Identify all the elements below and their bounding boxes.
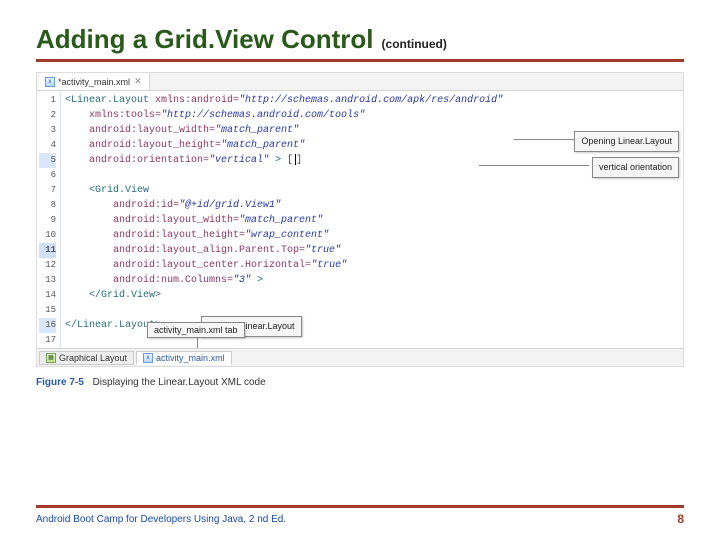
tab-graphical-layout[interactable]: ▦ Graphical Layout <box>39 351 134 365</box>
figure-caption: Figure 7-5 Displaying the Linear.Layout … <box>36 377 684 388</box>
line-number: 16 <box>39 318 56 333</box>
line-number: 7 <box>39 183 56 198</box>
line-number: 8 <box>39 198 56 213</box>
line-number: 1 <box>39 93 56 108</box>
xml-file-icon: x <box>45 77 55 87</box>
code-area[interactable]: <Linear.Layout xmlns:android="http://sch… <box>61 91 683 348</box>
page-subtitle: (continued) <box>382 37 447 51</box>
editor-bottom-tab-bar: ▦ Graphical Layout x activity_main.xml <box>37 348 683 366</box>
tab-label: activity_main.xml <box>156 353 225 363</box>
callout-vertical-orientation: vertical orientation <box>592 157 679 178</box>
editor-tab-bar: x *activity_main.xml ✕ <box>37 73 683 91</box>
line-number: 14 <box>39 288 56 303</box>
line-number: 9 <box>39 213 56 228</box>
callout-leader <box>514 139 578 140</box>
figure-caption-text: Displaying the Linear.Layout XML code <box>93 377 266 388</box>
line-number: 2 <box>39 108 56 123</box>
line-number-gutter: 1 2 3 4 5 6 7 8 9 10 11 12 13 14 15 16 1… <box>37 91 61 348</box>
title-row: Adding a Grid.View Control (continued) <box>36 24 684 55</box>
tab-label: Graphical Layout <box>59 353 127 363</box>
callout-leader <box>479 165 589 166</box>
code-editor-screenshot: x *activity_main.xml ✕ 1 2 3 4 5 6 7 8 9… <box>36 72 684 367</box>
line-number: 13 <box>39 273 56 288</box>
layout-icon: ▦ <box>46 353 56 363</box>
callout-leader <box>197 338 198 348</box>
text-cursor <box>295 154 296 165</box>
line-number: 10 <box>39 228 56 243</box>
tab-activity-main-xml[interactable]: x activity_main.xml <box>136 351 232 365</box>
footer-book-title: Android Boot Camp for Developers Using J… <box>36 514 286 525</box>
callout-activity-main-tab: activity_main.xml tab <box>147 322 245 338</box>
line-number: 12 <box>39 258 56 273</box>
line-number: 4 <box>39 138 56 153</box>
line-number: 15 <box>39 303 56 318</box>
slide-footer: Android Boot Camp for Developers Using J… <box>36 505 684 526</box>
title-divider <box>36 59 684 62</box>
line-number: 11 <box>39 243 56 258</box>
line-number: 17 <box>39 333 56 348</box>
callout-opening-linearlayout: Opening Linear.Layout <box>574 131 679 152</box>
xml-file-icon: x <box>143 353 153 363</box>
figure-number: Figure 7-5 <box>36 377 84 388</box>
footer-page-number: 8 <box>677 512 684 526</box>
line-number: 5 <box>39 153 56 168</box>
page-title: Adding a Grid.View Control <box>36 24 374 55</box>
line-number: 6 <box>39 168 56 183</box>
line-number: 3 <box>39 123 56 138</box>
editor-tab-activity-main[interactable]: x *activity_main.xml ✕ <box>39 73 150 90</box>
close-icon[interactable]: ✕ <box>133 77 143 87</box>
editor-tab-label: *activity_main.xml <box>58 77 130 87</box>
